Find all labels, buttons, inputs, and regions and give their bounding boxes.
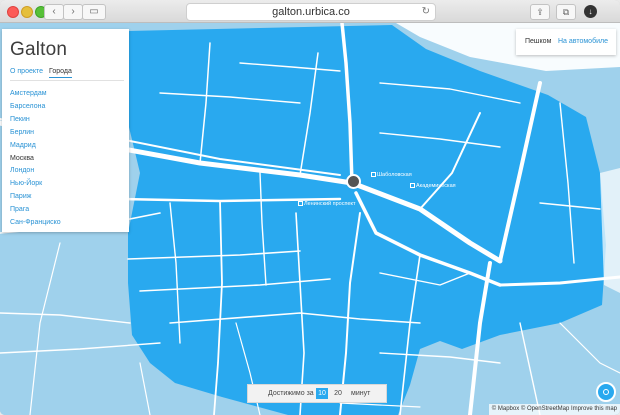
- city-item-barcelona[interactable]: Барселона: [10, 101, 61, 114]
- city-item-amsterdam[interactable]: Амстердам: [10, 88, 61, 101]
- minimize-window-button[interactable]: [21, 6, 33, 18]
- time-unit: минут: [351, 390, 371, 397]
- tab-about[interactable]: О проекте: [10, 68, 43, 77]
- tabs-icon: ⧉: [562, 7, 570, 17]
- brand-logo[interactable]: Galton: [10, 39, 67, 61]
- sidebar-panel: Galton О проекте Города Амстердам Барсело…: [2, 29, 129, 232]
- time-option-20[interactable]: 20: [332, 388, 344, 399]
- city-item-prague[interactable]: Прага: [10, 204, 61, 217]
- share-icon: ⇪: [536, 7, 544, 17]
- city-item-london[interactable]: Лондон: [10, 165, 61, 178]
- browser-window: ‹ › ▭ galton.urbica.co ↻ ⇪ ⧉ ↓ Шаболовск…: [0, 0, 620, 415]
- title-bar: ‹ › ▭ galton.urbica.co ↻ ⇪ ⧉ ↓: [0, 0, 620, 23]
- back-button[interactable]: ‹: [44, 4, 64, 20]
- city-item-new-york[interactable]: Нью-Йорк: [10, 178, 61, 191]
- forward-icon: ›: [71, 6, 75, 17]
- poi-akademicheskaya[interactable]: Академическая: [410, 183, 456, 189]
- mode-car-option[interactable]: На автомобиле: [558, 29, 608, 55]
- poi-leninsky-prospekt[interactable]: Ленинский проспект: [298, 201, 356, 207]
- city-list: Амстердам Барселона Пекин Берлин Мадрид …: [10, 88, 61, 230]
- download-button[interactable]: ↓: [584, 5, 597, 18]
- time-selector: Достижимо за 10 20 минут: [247, 384, 387, 403]
- close-window-button[interactable]: [7, 6, 19, 18]
- share-button[interactable]: ⇪: [530, 4, 550, 20]
- reload-icon[interactable]: ↻: [422, 4, 430, 20]
- back-icon: ‹: [52, 6, 56, 17]
- tab-cities[interactable]: Города: [49, 68, 72, 78]
- url-text: galton.urbica.co: [272, 6, 350, 18]
- city-item-moscow[interactable]: Москва: [10, 153, 61, 166]
- city-item-berlin[interactable]: Берлин: [10, 127, 61, 140]
- tab-divider: [10, 80, 124, 81]
- forward-button[interactable]: ›: [63, 4, 83, 20]
- city-item-madrid[interactable]: Мадрид: [10, 140, 61, 153]
- poi-shabolovskaya[interactable]: Шаболовская: [371, 172, 412, 178]
- travel-mode-switch: Пешком На автомобиле: [516, 29, 616, 55]
- sidebar-icon: ▭: [89, 6, 99, 17]
- map-attribution[interactable]: © Mapbox © OpenStreetMap Improve this ma…: [488, 404, 620, 415]
- address-bar[interactable]: galton.urbica.co ↻: [186, 3, 436, 21]
- tabs-button[interactable]: ⧉: [556, 4, 576, 20]
- locate-icon[interactable]: [596, 382, 616, 402]
- time-option-10[interactable]: 10: [316, 388, 328, 399]
- city-item-beijing[interactable]: Пекин: [10, 114, 61, 127]
- city-item-paris[interactable]: Париж: [10, 191, 61, 204]
- download-icon: ↓: [588, 7, 593, 16]
- origin-marker[interactable]: [346, 174, 361, 189]
- sidebar-toggle-button[interactable]: ▭: [82, 4, 106, 20]
- sidebar-tabs: О проекте Города: [10, 68, 78, 78]
- city-item-san-francisco[interactable]: Сан-Франциско: [10, 217, 61, 230]
- time-label: Достижимо за: [268, 390, 314, 397]
- mode-walk-option[interactable]: Пешком: [525, 29, 551, 55]
